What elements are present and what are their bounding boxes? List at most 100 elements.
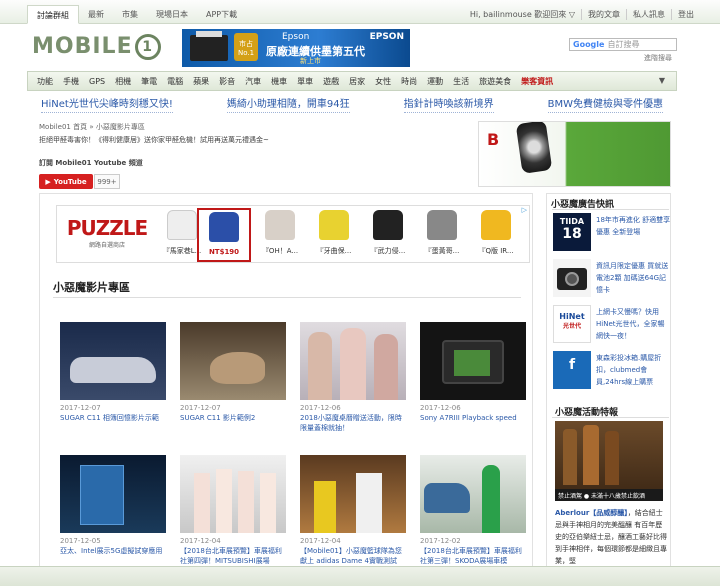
user-greeting[interactable]: Hi, bailinmouse 歡迎回來 ▽ [464, 9, 581, 20]
logo-digit: 1 [134, 34, 161, 60]
header-banner-ad[interactable]: 市占 No.1 Epson EPSON 原廠連續供墨第五代 新上市 [182, 29, 410, 67]
tab-forum-groups[interactable]: 討論群組 [27, 5, 79, 24]
user-menu: Hi, bailinmouse 歡迎回來 ▽ 我的文章 私人訊息 登出 [464, 9, 700, 20]
sidebar-ad-item[interactable]: f 東森彩投冰箱.購屋折扣，clubmed會員,24hrs線上購票 [553, 351, 671, 391]
cat-item[interactable]: 影音 [214, 76, 240, 87]
youtube-subscribe-button[interactable]: ▶ YouTube [39, 174, 93, 189]
sidebar-ad-text[interactable]: 東森彩投冰箱.購屋折扣，clubmed會員,24hrs線上購票 [596, 352, 671, 388]
cat-item[interactable]: 旅遊美食 [474, 76, 516, 87]
sidebar-ad-item[interactable]: HiNet 光世代 上網卡又慢嗎？快用HiNet光世代，全家暢網快一夜！ [553, 305, 671, 345]
sidebar-ad-text[interactable]: 18年市再進化 舒適雙享優惠 全新登場 [596, 214, 671, 238]
cat-item[interactable]: 生活 [448, 76, 474, 87]
shop-item[interactable]: 『OH！A... [253, 208, 307, 262]
video-title[interactable]: 2018小惡魔桌曆贈送活動，限時限量蓋棉就抽！ [300, 413, 406, 433]
video-card[interactable]: 2017-12-05 亞太、Intel展示5G虛擬試穿應用 [60, 455, 166, 556]
cat-item[interactable]: 運動 [422, 76, 448, 87]
tshirt-image [209, 212, 239, 242]
video-title[interactable]: SUGAR C11 相簿回憶影片示範 [60, 413, 166, 423]
video-thumbnail[interactable] [180, 322, 286, 400]
cat-item[interactable]: 時尚 [396, 76, 422, 87]
cat-item-hot[interactable]: 樂客資訊 [516, 76, 558, 87]
shop-item[interactable]: 『蛋黃哥... [415, 208, 469, 262]
video-thumbnail[interactable] [180, 455, 286, 533]
site-logo[interactable]: MOBILE 1 [32, 34, 177, 60]
video-title[interactable]: 亞太、Intel展示5G虛擬試穿應用 [60, 546, 166, 556]
camera-icon [553, 259, 591, 297]
promo-text[interactable]: 拒絕甲醛毒害你！《得利健康居》送你家甲醛危機！試用再送萬元禮遇金~ [39, 135, 269, 145]
video-thumbnail[interactable] [300, 455, 406, 533]
display-image [80, 465, 124, 525]
video-title[interactable]: SUGAR C11 影片範例2 [180, 413, 286, 423]
video-date: 2017-12-06 [300, 404, 341, 412]
chevron-down-icon[interactable]: ▼ [654, 76, 670, 85]
video-thumbnail[interactable] [420, 455, 526, 533]
video-card[interactable]: 2017-12-07 SUGAR C11 相簿回憶影片示範 [60, 322, 166, 423]
breadcrumb[interactable]: Mobile01 首頁 » 小惡魔影片專區 [39, 122, 145, 132]
video-thumbnail[interactable] [60, 322, 166, 400]
search-placeholder: 自訂搜尋 [607, 40, 640, 49]
tab-japan[interactable]: 現場日本 [147, 5, 197, 24]
cat-item[interactable]: GPS [84, 77, 110, 86]
tire-banner-ad[interactable]: B [478, 121, 671, 187]
cat-item[interactable]: 女性 [370, 76, 396, 87]
video-thumbnail[interactable] [420, 322, 526, 400]
sidebar-ad-item[interactable]: TIIDA 18 18年市再進化 舒適雙享優惠 全新登場 [553, 213, 671, 253]
tab-app-download[interactable]: APP下載 [197, 5, 246, 24]
shop-item-caption: 『OH！A... [261, 247, 299, 255]
bottom-bar [0, 566, 720, 586]
person-image [216, 469, 232, 533]
video-card[interactable]: 2017-12-06 Sony A7RIII Playback speed [420, 322, 526, 423]
event-image[interactable]: 禁止酒駕 ● 未滿十八歲禁止飲酒 [555, 421, 663, 501]
headline-link[interactable]: BMW免費健檢與零件優惠 [547, 95, 663, 113]
video-title[interactable]: Sony A7RIII Playback speed [420, 413, 526, 423]
youtube-button-label: YouTube [53, 177, 87, 186]
headline-link[interactable]: 指針計時喚該新境界 [403, 95, 494, 113]
video-card[interactable]: 2017-12-04 【2018台北車展預覽】車展福利社第四彈！MITSUBIS… [180, 455, 286, 566]
advanced-search-link[interactable]: 進階搜尋 [644, 53, 672, 63]
headline-link[interactable]: 媽綺小助理相隨，開車94狂 [226, 95, 350, 113]
shop-item[interactable]: 『Q版 IR... [469, 208, 523, 262]
subscriber-count: 999+ [94, 174, 120, 189]
cat-item[interactable]: 功能 [32, 76, 58, 87]
search-input[interactable]: Google 自訂搜尋 [569, 38, 677, 51]
video-card[interactable]: 2017-12-02 【2018台北車展預覽】車展福利社第三彈！SKODA展場車… [420, 455, 526, 566]
video-title[interactable]: 【Mobile01】小惡魔籃球隊為您獻上 adidas Dame 4實戰測試 [300, 546, 406, 566]
headline-link[interactable]: HiNet光世代尖峰時刻穩又快! [41, 95, 173, 113]
sidebar-ad-text[interactable]: 上網卡又慢嗎？快用HiNet光世代，全家暢網快一夜！ [596, 306, 671, 342]
video-title[interactable]: 【2018台北車展預覽】車展福利社第三彈！SKODA展場車模 [420, 546, 526, 566]
event-description[interactable]: Aberlour【品威醇釀】，結合紐士忌與手神相月的完美醞釀 有百年歷史的亞伯樂… [555, 507, 667, 567]
my-posts-link[interactable]: 我的文章 [581, 9, 626, 20]
cat-item[interactable]: 汽車 [240, 76, 266, 87]
video-card[interactable]: 2017-12-07 SUGAR C11 影片範例2 [180, 322, 286, 423]
video-card[interactable]: 2017-12-04 【Mobile01】小惡魔籃球隊為您獻上 adidas D… [300, 455, 406, 566]
video-thumbnail[interactable] [60, 455, 166, 533]
cat-item[interactable]: 筆電 [136, 76, 162, 87]
youtube-subscribe-title: 訂閱 Mobile01 Youtube 頻道 [39, 159, 143, 167]
sidebar-ad-item[interactable]: 資訊月限定優惠 買就送電池2顆 加碼送64G記憶卡 [553, 259, 671, 299]
sidebar-ad-text[interactable]: 資訊月限定優惠 買就送電池2顆 加碼送64G記憶卡 [596, 260, 671, 296]
shop-item-selected[interactable]: NT$190 [197, 208, 251, 262]
cat-item[interactable]: 機車 [266, 76, 292, 87]
shop-item[interactable]: 『武力侵... [361, 208, 415, 262]
cat-item[interactable]: 手機 [58, 76, 84, 87]
cat-item[interactable]: 遊戲 [318, 76, 344, 87]
video-thumbnail[interactable] [300, 322, 406, 400]
logout-link[interactable]: 登出 [671, 9, 700, 20]
event-image-caption: 禁止酒駕 ● 未滿十八歲禁止飲酒 [555, 489, 663, 501]
shop-item[interactable]: 『牙曲保... [307, 208, 361, 262]
cat-item[interactable]: 相機 [110, 76, 136, 87]
cat-item[interactable]: 蘋果 [188, 76, 214, 87]
tab-latest[interactable]: 最新 [79, 5, 113, 24]
video-card[interactable]: 2017-12-06 2018小惡魔桌曆贈送活動，限時限量蓋棉就抽！ [300, 322, 406, 433]
cat-item[interactable]: 單車 [292, 76, 318, 87]
sidebar-divider [552, 209, 669, 210]
shop-banner-ad[interactable]: PUZZLE 網路自選商店 『馬家巷L... NT$190 『OH！A... 『… [56, 205, 530, 263]
video-title[interactable]: 【2018台北車展預覽】車展福利社第四彈！MITSUBISHI展場 [180, 546, 286, 566]
tab-market[interactable]: 市集 [113, 5, 147, 24]
camera-lens [565, 272, 579, 286]
cat-item[interactable]: 電腦 [162, 76, 188, 87]
private-messages-link[interactable]: 私人訊息 [626, 9, 671, 20]
puzzle-brand: PUZZLE [66, 216, 148, 240]
adchoices-icon[interactable]: ▷ [522, 206, 527, 214]
cat-item[interactable]: 居家 [344, 76, 370, 87]
